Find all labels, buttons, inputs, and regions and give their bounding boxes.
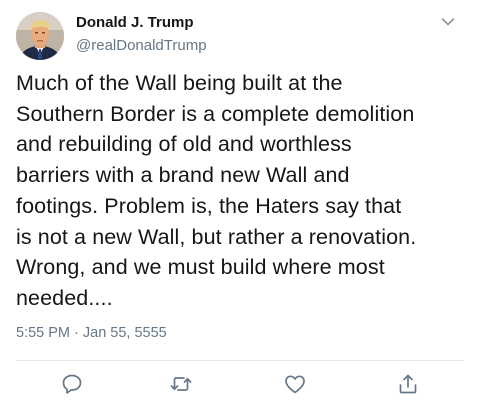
author-name[interactable]: Donald J. Trump [76,14,194,31]
tweet-text-line: needed.... [16,285,113,310]
share-icon [399,374,417,394]
tweet-text-line: barriers with a brand new Wall and [16,163,350,188]
retweet-icon [170,377,192,391]
tweet-text-line: is not a new Wall, but rather a renovati… [16,224,417,249]
divider [16,360,464,361]
tweet-text-line: Southern Border is a complete demolition [16,101,415,126]
tweet-text-line: Wrong, and we must build where most [16,255,385,280]
reply-button[interactable] [60,372,84,396]
like-button[interactable] [283,372,307,396]
author-handle[interactable]: @realDonaldTrump [76,37,207,54]
tweet-text-line: footings. Problem is, the Haters say tha… [16,193,402,218]
tweet-text-line: Much of the Wall being built at the [16,71,343,95]
reply-icon [62,374,82,394]
tweet-text-line: and rebuilding of old and worthless [16,132,352,157]
timestamp[interactable]: 5:55 PM · Jan 55, 5555 [16,325,167,341]
tweet-card: Donald J. Trump @realDonaldTrump Much of… [0,0,480,410]
avatar[interactable] [16,12,64,60]
chevron-down-icon[interactable] [440,14,456,30]
heart-icon [285,375,305,394]
share-button[interactable] [396,372,420,396]
tweet-text: Much of the Wall being built at the Sout… [16,68,468,314]
retweet-button[interactable] [169,372,193,396]
